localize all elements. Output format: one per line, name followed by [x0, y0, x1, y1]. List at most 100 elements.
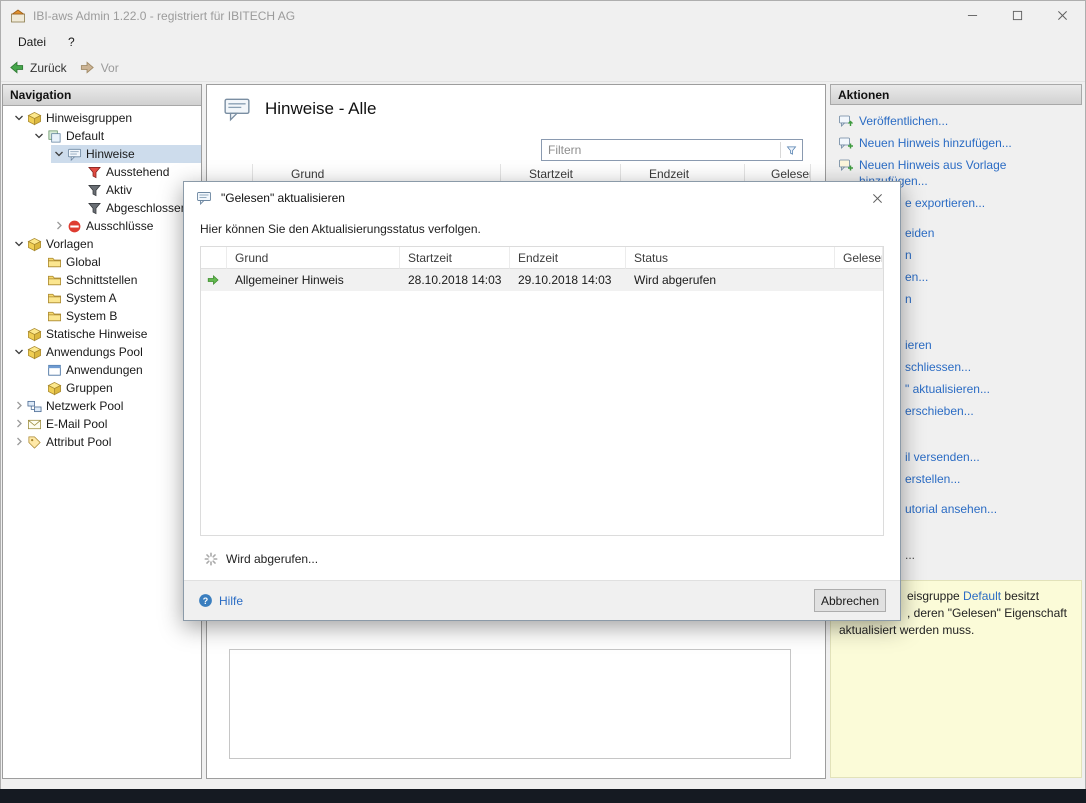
chevron-right-icon[interactable] — [11, 418, 26, 430]
maximize-button[interactable] — [995, 1, 1040, 30]
nav-item-hinweisgruppen[interactable]: Hinweisgruppen — [3, 109, 201, 127]
dialog-close-button[interactable] — [855, 182, 900, 214]
chevron-right-icon[interactable] — [51, 220, 66, 232]
dialog-table-header: Grund Startzeit Endzeit Status Gelesen — [201, 247, 883, 269]
dialog-titlebar: "Gelesen" aktualisieren — [184, 182, 900, 214]
chevron-down-icon[interactable] — [51, 148, 66, 160]
navigation-panel: Navigation Hinweisgruppen Default Hinwei… — [2, 84, 202, 779]
info-line-3: aktualisiert werden muss. — [831, 622, 1081, 639]
abbrechen-button[interactable]: Abbrechen — [814, 589, 886, 612]
filter-input[interactable] — [542, 143, 780, 157]
nav-item-netzwerk-pool[interactable]: Netzwerk Pool — [3, 397, 201, 415]
dialog-column-endzeit[interactable]: Endzeit — [510, 247, 626, 269]
close-icon — [1057, 10, 1068, 21]
nav-item-ausschlüsse[interactable]: Ausschlüsse — [3, 217, 201, 235]
window-controls — [950, 1, 1085, 30]
notices-icon — [196, 190, 212, 206]
filter-funnel-button[interactable] — [780, 142, 802, 158]
nav-item-label: Hinweise — [86, 147, 135, 161]
nav-item-ausstehend[interactable]: Ausstehend — [3, 163, 201, 181]
forward-button[interactable]: Vor — [79, 59, 119, 76]
nav-item-system-a[interactable]: System A — [3, 289, 201, 307]
action-link-label: ieren — [905, 337, 932, 353]
publish-icon — [838, 113, 854, 129]
dialog-table-row[interactable]: Allgemeiner Hinweis 28.10.2018 14:03 29.… — [201, 269, 883, 291]
nav-item-anwendungen[interactable]: Anwendungen — [3, 361, 201, 379]
folder-icon — [46, 272, 62, 288]
nav-item-gruppen[interactable]: Gruppen — [3, 379, 201, 397]
navigation-tree: Hinweisgruppen Default Hinweise Ausstehe… — [3, 106, 201, 451]
filter-dark-icon — [86, 200, 102, 216]
nav-item-label: System B — [66, 309, 117, 323]
menu-help[interactable]: ? — [58, 32, 85, 52]
nav-item-e-mail-pool[interactable]: E-Mail Pool — [3, 415, 201, 433]
action-link-label: e exportieren... — [905, 195, 985, 211]
chevron-right-icon[interactable] — [11, 400, 26, 412]
gelesen-aktualisieren-dialog: "Gelesen" aktualisieren Hier können Sie … — [183, 181, 901, 621]
action-link-label: eiden — [905, 225, 934, 241]
default-group-link[interactable]: Default — [963, 589, 1001, 603]
dialog-status: Wird abgerufen... — [204, 552, 900, 566]
dialog-title: "Gelesen" aktualisieren — [221, 191, 345, 205]
chevron-down-icon[interactable] — [11, 346, 26, 358]
help-icon: ? — [198, 593, 213, 608]
nav-item-label: Statische Hinweise — [46, 327, 147, 341]
actions-header: Aktionen — [830, 84, 1082, 105]
package-icon — [46, 380, 62, 396]
cell-startzeit: 28.10.2018 14:03 — [400, 269, 510, 291]
spinner-icon — [204, 552, 218, 566]
dialog-description: Hier können Sie den Aktualisierungsstatu… — [200, 222, 884, 236]
filter-dark-icon — [86, 182, 102, 198]
back-button[interactable]: Zurück — [8, 59, 67, 76]
window-bottom-edge — [0, 789, 1086, 803]
chevron-down-icon[interactable] — [11, 112, 26, 124]
nav-item-label: Ausschlüsse — [86, 219, 153, 233]
filter-box — [541, 139, 803, 161]
menubar: Datei ? — [1, 30, 1085, 54]
chevron-right-icon[interactable] — [11, 436, 26, 448]
network-icon — [26, 398, 42, 414]
nav-item-schnittstellen[interactable]: Schnittstellen — [3, 271, 201, 289]
chevron-down-icon[interactable] — [31, 130, 46, 142]
folder-icon — [46, 308, 62, 324]
minimize-button[interactable] — [950, 1, 995, 30]
nav-item-abgeschlossen[interactable]: Abgeschlossen — [3, 199, 201, 217]
nav-item-global[interactable]: Global — [3, 253, 201, 271]
dialog-table-body: Allgemeiner Hinweis 28.10.2018 14:03 29.… — [201, 269, 883, 291]
application-icon — [46, 362, 62, 378]
nav-item-statische-hinweise[interactable]: Statische Hinweise — [3, 325, 201, 343]
forward-arrow-icon — [79, 59, 96, 76]
nav-item-label: Ausstehend — [106, 165, 169, 179]
row-arrow-icon — [206, 273, 220, 287]
nav-item-hinweise[interactable]: Hinweise — [3, 145, 201, 163]
chevron-down-icon[interactable] — [11, 238, 26, 250]
close-button[interactable] — [1040, 1, 1085, 30]
nav-item-anwendungs-pool[interactable]: Anwendungs Pool — [3, 343, 201, 361]
nav-item-label: Vorlagen — [46, 237, 93, 251]
main-heading: Hinweise - Alle — [223, 95, 377, 123]
notice-group-icon — [46, 128, 62, 144]
nav-item-vorlagen[interactable]: Vorlagen — [3, 235, 201, 253]
notice-bubble-icon — [223, 95, 251, 123]
nav-item-aktiv[interactable]: Aktiv — [3, 181, 201, 199]
menu-datei[interactable]: Datei — [8, 32, 56, 52]
dialog-column-startzeit[interactable]: Startzeit — [400, 247, 510, 269]
action-link-veröffentlichen[interactable]: Veröffentlichen... — [830, 113, 1078, 129]
dialog-column-status[interactable]: Status — [626, 247, 835, 269]
dialog-column-gelesen[interactable]: Gelesen — [835, 247, 883, 269]
back-arrow-icon — [8, 59, 25, 76]
action-link-label: ... — [905, 547, 915, 563]
action-link-neuen-hinweis-hinzufügen[interactable]: Neuen Hinweis hinzufügen... — [830, 135, 1078, 151]
toolbar: Zurück Vor — [1, 54, 1085, 82]
cell-gelesen — [835, 269, 883, 291]
back-button-label: Zurück — [30, 61, 67, 75]
nav-item-default[interactable]: Default — [3, 127, 201, 145]
nav-item-attribut-pool[interactable]: Attribut Pool — [3, 433, 201, 451]
dialog-column-grund[interactable]: Grund — [227, 247, 400, 269]
nav-item-system-b[interactable]: System B — [3, 307, 201, 325]
action-link-label: n — [905, 291, 912, 307]
help-link[interactable]: ? Hilfe — [198, 593, 243, 608]
nav-item-label: Global — [66, 255, 101, 269]
dialog-status-text: Wird abgerufen... — [226, 552, 318, 566]
close-icon — [872, 193, 883, 204]
